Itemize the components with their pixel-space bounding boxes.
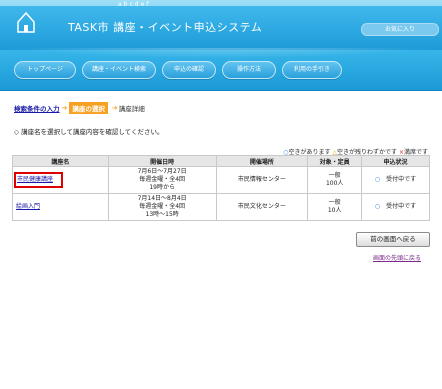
nav-confirm[interactable]: 申込の確認: [162, 61, 216, 79]
main-nav: トップページ 講座・イベント検索 申込の確認 操作方法 利用の手引き: [14, 61, 342, 79]
course-name-cell: 市民健康講座: [12, 166, 109, 194]
breadcrumb-step-search[interactable]: 検索条件の入力: [14, 103, 60, 113]
place-cell: 市民情報センター: [215, 166, 309, 194]
instruction-text: ◇ 講座名を選択して講座内容を確認してください。: [14, 128, 164, 136]
date-schedule: 毎週金曜・全4回: [139, 203, 186, 210]
status-circle-icon: ○: [374, 203, 381, 210]
date-range: 7月6日～7月27日: [137, 168, 187, 175]
target-text: 一般: [328, 172, 341, 179]
date-cell: 7月14日～8月4日 毎週金曜・全4回 13時～15時: [107, 193, 217, 221]
nav-top-page[interactable]: トップページ: [14, 61, 76, 79]
date-range: 7月14日～8月4日: [137, 195, 187, 202]
nav-guide[interactable]: 利用の手引き: [282, 61, 342, 79]
header-course-name: 講座名: [12, 155, 109, 167]
header-decoration-text: abcdef: [118, 1, 151, 8]
header-place: 開催場所: [215, 155, 309, 167]
header-status: 申込状況: [361, 155, 430, 167]
header-date: 開催日時: [107, 155, 217, 167]
date-time: 19時から: [149, 184, 175, 191]
capacity-cell: 一般 100人: [307, 166, 363, 194]
course-link-health[interactable]: 市民健康講座: [17, 176, 53, 183]
table-row: 市民健康講座 7月6日～7月27日 毎週金曜・全4回 19時から 市民情報センタ…: [12, 166, 430, 194]
breadcrumb: 検索条件の入力 ➔ 講座の選択 ➔ 講座詳細: [14, 102, 145, 114]
place-cell: 市民文化センター: [215, 193, 309, 221]
course-table: 講座名 開催日時 開催場所 対象・定員 申込状況 市民健康講座 7月6日～7月2…: [12, 155, 430, 221]
arrow-right-icon: ➔: [111, 104, 118, 112]
breadcrumb-step-select: 講座の選択: [69, 102, 108, 114]
nav-how-to[interactable]: 操作方法: [222, 61, 276, 79]
status-cell: ○ 受付中です: [361, 166, 430, 194]
app-title: TASK市 講座・イベント申込システム: [68, 21, 263, 34]
status-cell: ○ 受付中です: [361, 193, 430, 221]
date-cell: 7月6日～7月27日 毎週金曜・全4回 19時から: [107, 166, 217, 194]
capacity-text: 10人: [327, 207, 342, 214]
house-logo-icon: [17, 11, 35, 33]
course-name-cell: 絵画入門: [12, 193, 109, 221]
status-circle-icon: ○: [374, 176, 381, 183]
selection-highlight: 市民健康講座: [14, 172, 64, 188]
course-link-painting[interactable]: 絵画入門: [16, 203, 40, 210]
date-schedule: 毎週金曜・全4回: [139, 176, 186, 183]
breadcrumb-step-detail: 講座詳細: [118, 105, 145, 113]
capacity-text: 100人: [325, 180, 344, 187]
nav-search[interactable]: 講座・イベント検索: [82, 61, 156, 79]
site-header: abcdef TASK市 講座・イベント申込システム お気に入り トップページ …: [0, 0, 442, 91]
status-text: 受付中です: [386, 203, 417, 210]
favorites-link[interactable]: お気に入り: [361, 23, 439, 36]
top-of-page-link[interactable]: 画面の先頭に戻る: [373, 253, 421, 262]
back-button[interactable]: 前の画面へ戻る: [356, 232, 430, 247]
arrow-right-icon: ➔: [61, 104, 68, 112]
status-text: 受付中です: [386, 176, 417, 183]
table-row: 絵画入門 7月14日～8月4日 毎週金曜・全4回 13時～15時 市民文化センタ…: [12, 193, 430, 221]
target-text: 一般: [328, 199, 341, 206]
capacity-cell: 一般 10人: [307, 193, 363, 221]
table-header-row: 講座名 開催日時 開催場所 対象・定員 申込状況: [12, 155, 430, 167]
header-wave: [0, 48, 442, 58]
header-capacity: 対象・定員: [307, 155, 363, 167]
date-time: 13時～15時: [145, 211, 179, 218]
